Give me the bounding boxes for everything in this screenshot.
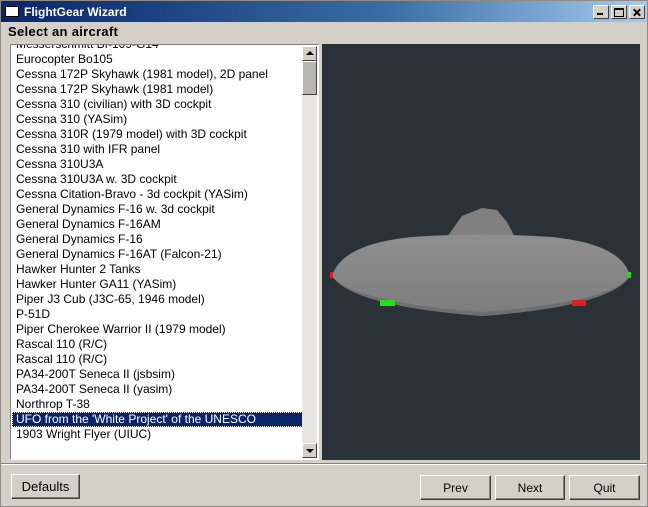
scroll-down-button[interactable] <box>302 443 317 458</box>
ufo-light-red <box>572 300 586 306</box>
aircraft-list-item[interactable]: Piper J3 Cub (J3C-65, 1946 model) <box>12 292 303 307</box>
aircraft-list-item[interactable]: General Dynamics F-16AM <box>12 217 303 232</box>
list-scrollbar[interactable] <box>302 46 317 458</box>
maximize-button[interactable] <box>611 4 627 19</box>
aircraft-list-item[interactable]: Hawker Hunter 2 Tanks <box>12 262 303 277</box>
aircraft-list-item[interactable]: Cessna Citation-Bravo - 3d cockpit (YASi… <box>12 187 303 202</box>
aircraft-preview[interactable] <box>322 44 640 460</box>
aircraft-list-item[interactable]: Cessna 172P Skyhawk (1981 model) <box>12 82 303 97</box>
aircraft-list-item[interactable]: Cessna 172P Skyhawk (1981 model), 2D pan… <box>12 67 303 82</box>
ufo-model <box>330 208 631 316</box>
aircraft-list-item[interactable]: Cessna 310R (1979 model) with 3D cockpit <box>12 127 303 142</box>
aircraft-list-item[interactable]: Cessna 310 with IFR panel <box>12 142 303 157</box>
prev-button[interactable]: Prev <box>420 475 491 500</box>
aircraft-list-item[interactable]: P-51D <box>12 307 303 322</box>
next-button[interactable]: Next <box>495 475 565 500</box>
app-icon <box>5 6 19 17</box>
title-bar[interactable]: FlightGear Wizard <box>1 1 647 22</box>
aircraft-list-item[interactable]: PA34-200T Seneca II (jsbsim) <box>12 367 303 382</box>
scroll-up-button[interactable] <box>302 46 317 61</box>
aircraft-list-item[interactable]: Piper Cherokee Warrior II (1979 model) <box>12 322 303 337</box>
wizard-window: FlightGear Wizard Select an aircraft Mes… <box>0 0 648 507</box>
ufo-light-green <box>380 300 395 306</box>
aircraft-list-item[interactable]: Cessna 310U3A w. 3D cockpit <box>12 172 303 187</box>
footer-divider <box>1 463 647 465</box>
aircraft-list-item[interactable]: 1903 Wright Flyer (UIUC) <box>12 427 303 442</box>
aircraft-list-item[interactable]: Cessna 310U3A <box>12 157 303 172</box>
aircraft-list-item[interactable]: UFO from the 'White Project' of the UNES… <box>12 412 303 427</box>
aircraft-list-item[interactable]: General Dynamics F-16 <box>12 232 303 247</box>
quit-button[interactable]: Quit <box>569 475 640 500</box>
aircraft-list-item[interactable]: Northrop T-38 <box>12 397 303 412</box>
aircraft-list[interactable]: Messerschmitt Bf-109-G14 Eurocopter Bo105… <box>10 44 319 460</box>
scroll-thumb[interactable] <box>302 61 317 95</box>
aircraft-list-item[interactable]: Cessna 310 (civilian) with 3D cockpit <box>12 97 303 112</box>
aircraft-list-item[interactable]: Rascal 110 (R/C) <box>12 352 303 367</box>
minimize-button[interactable] <box>593 4 609 19</box>
aircraft-list-item[interactable]: Rascal 110 (R/C) <box>12 337 303 352</box>
window-title: FlightGear Wizard <box>24 4 127 19</box>
aircraft-list-item[interactable]: General Dynamics F-16 w. 3d cockpit <box>12 202 303 217</box>
defaults-button[interactable]: Defaults <box>11 474 80 499</box>
aircraft-list-item[interactable]: Cessna 310 (YASim) <box>12 112 303 127</box>
ufo-light-green-edge <box>628 272 631 278</box>
aircraft-list-item[interactable]: PA34-200T Seneca II (yasim) <box>12 382 303 397</box>
aircraft-list-item[interactable]: General Dynamics F-16AT (Falcon-21) <box>12 247 303 262</box>
aircraft-list-item[interactable]: Messerschmitt Bf-109-G14 <box>12 45 303 52</box>
aircraft-list-items: Messerschmitt Bf-109-G14 Eurocopter Bo105… <box>12 45 303 442</box>
page-heading: Select an aircraft <box>8 24 119 39</box>
aircraft-list-item[interactable]: Hawker Hunter GA11 (YASim) <box>12 277 303 292</box>
close-button[interactable] <box>629 4 645 19</box>
aircraft-list-item[interactable]: Eurocopter Bo105 <box>12 52 303 67</box>
window-controls <box>591 4 645 19</box>
ufo-light-red-edge <box>330 272 333 278</box>
